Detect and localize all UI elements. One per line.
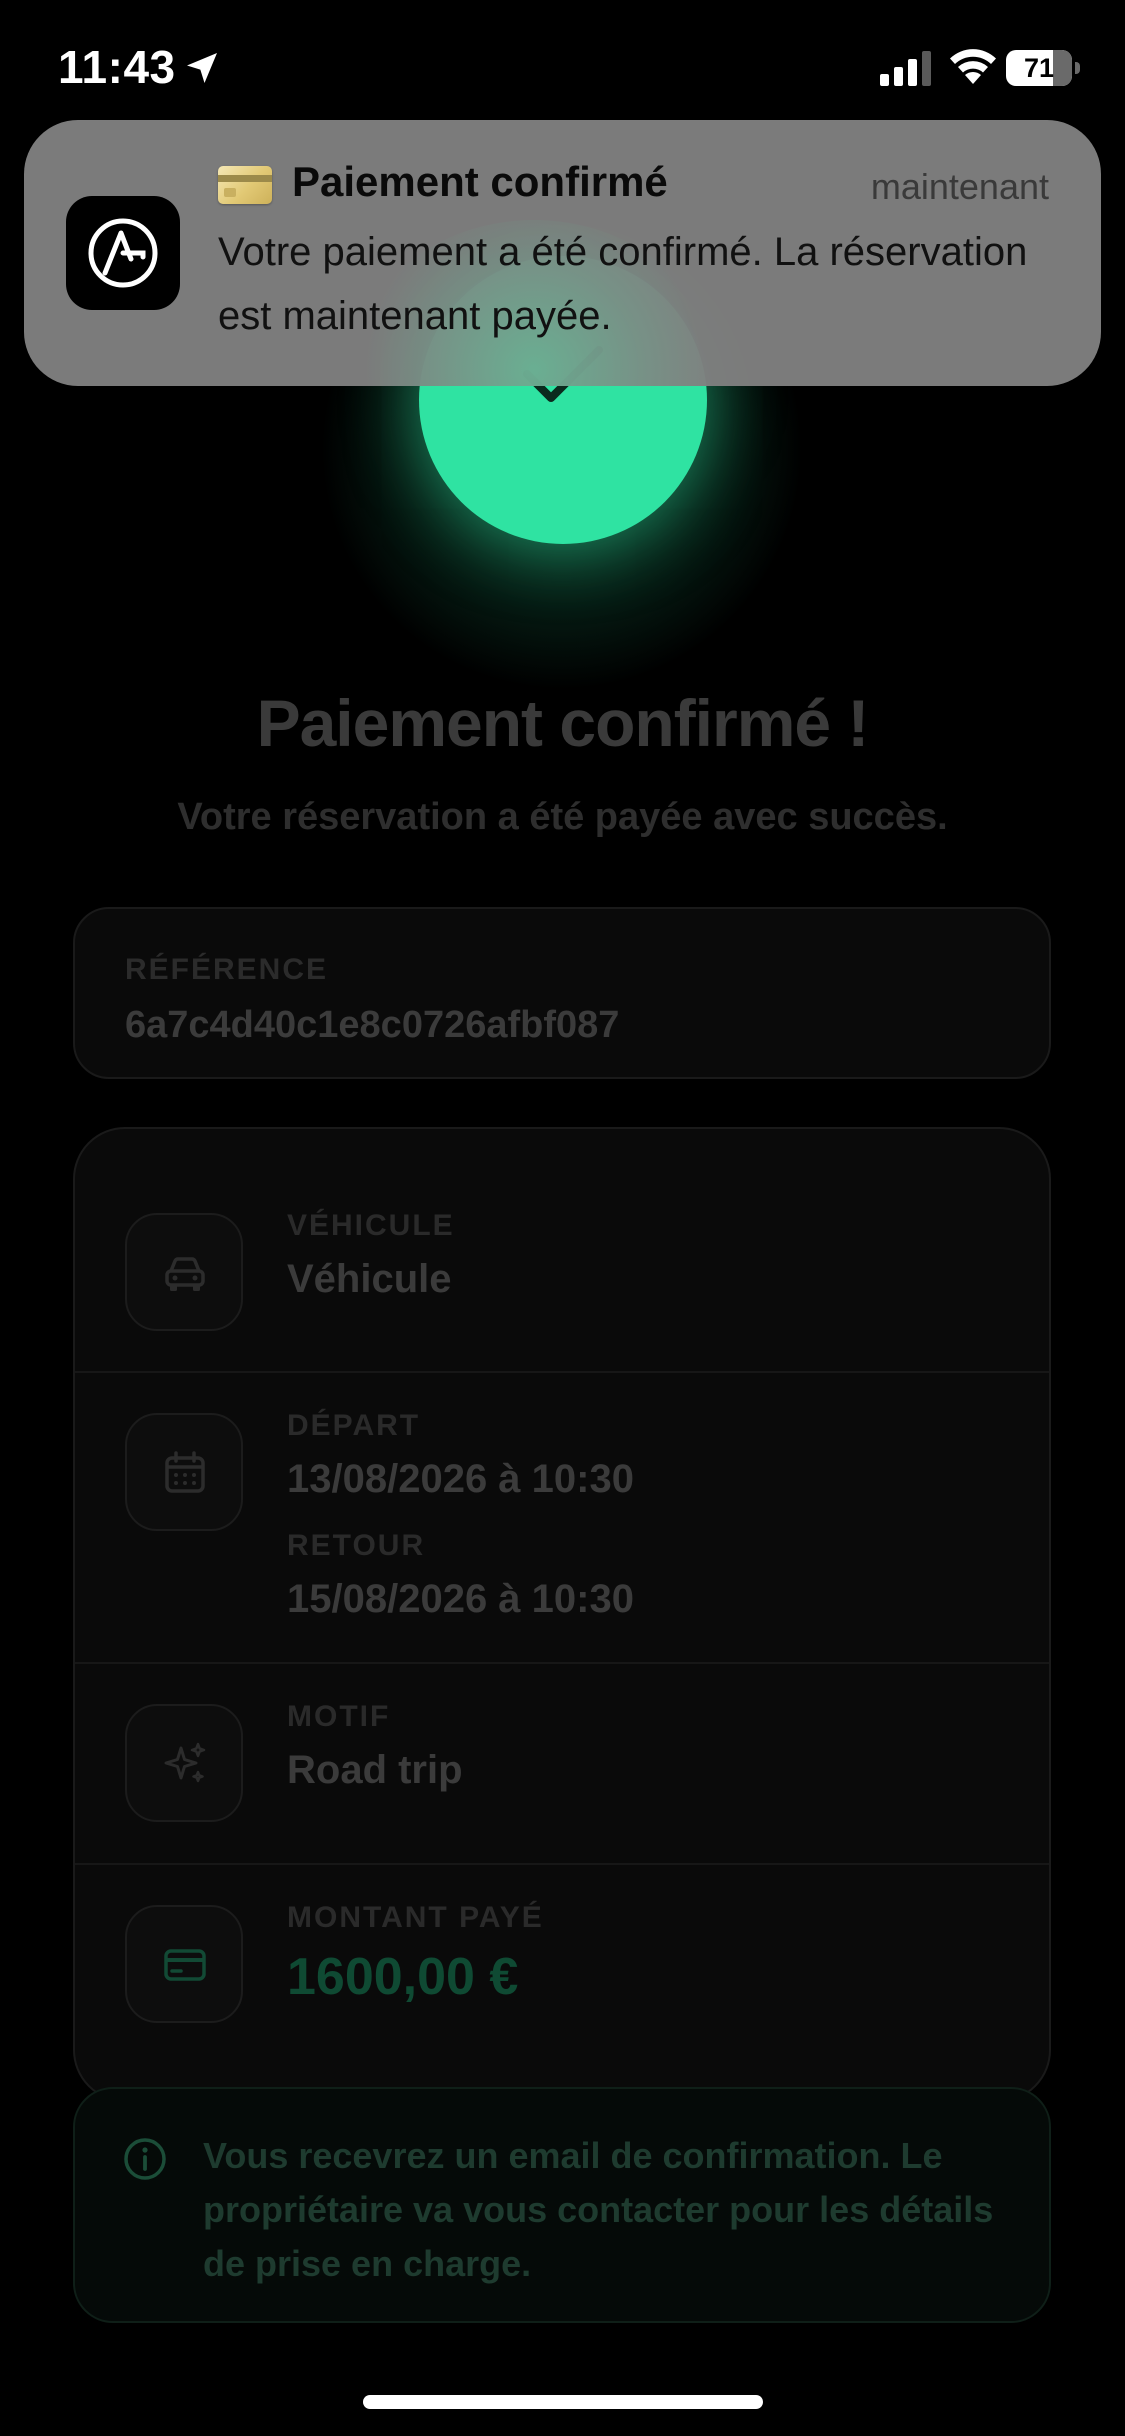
page-subtitle: Votre réservation a été payée avec succè… [177, 796, 948, 838]
vehicle-label: VÉHICULE [287, 1209, 455, 1242]
info-note: Vous recevrez un email de confirmation. … [73, 2087, 1051, 2323]
home-indicator[interactable] [363, 2395, 763, 2409]
departure-label: DÉPART [287, 1409, 421, 1442]
dates-icon-box [125, 1413, 243, 1531]
credit-card-icon [164, 1949, 206, 1981]
reason-value: Road trip [287, 1748, 463, 1792]
info-icon [124, 2138, 166, 2180]
wifi-icon [950, 49, 996, 84]
car-icon [165, 1257, 205, 1291]
reason-icon-box [125, 1704, 243, 1822]
reference-label: RÉFÉRENCE [125, 953, 329, 986]
status-bar: 11:43 71 [0, 0, 1125, 130]
reference-value: 6a7c4d40c1e8c0726afbf087 [125, 1004, 620, 1046]
detail-row-reason: MOTIF Road trip [75, 1664, 1049, 1865]
reference-card: RÉFÉRENCE 6a7c4d40c1e8c0726afbf087 [73, 907, 1051, 1079]
status-time: 11:43 [58, 41, 176, 93]
payment-confirmed-screen: 11:43 71 Paiement confirmé ! Votre réser… [0, 0, 1125, 2436]
battery-level: 71 [1023, 53, 1055, 83]
vehicle-value: Véhicule [287, 1257, 452, 1301]
notification-time: maintenant [870, 166, 1049, 207]
credit-card-emoji [218, 166, 272, 204]
amount-icon-box [125, 1905, 243, 2023]
push-notification[interactable]: Paiement confirmé maintenant Votre paiem… [24, 120, 1101, 386]
cellular-signal-icon [880, 51, 931, 86]
location-arrow-icon [187, 53, 217, 83]
amount-label: MONTANT PAYÉ [287, 1901, 544, 1934]
app-logo-icon [66, 196, 180, 310]
detail-row-amount: MONTANT PAYÉ 1600,00 € [75, 1865, 1049, 2100]
detail-row-dates: DÉPART 13/08/2026 à 10:30 RETOUR 15/08/2… [75, 1373, 1049, 1664]
amount-value: 1600,00 € [287, 1948, 519, 2006]
return-value: 15/08/2026 à 10:30 [287, 1577, 634, 1621]
sparkles-icon [164, 1742, 206, 1783]
return-label: RETOUR [287, 1529, 426, 1562]
info-text: Vous recevrez un email de confirmation. … [203, 2135, 994, 2284]
notification-title: Paiement confirmé [292, 158, 668, 205]
calendar-icon [165, 1451, 205, 1493]
page-title: Paiement confirmé ! [256, 686, 870, 760]
vehicle-icon-box [125, 1213, 243, 1331]
booking-details-card: VÉHICULE Véhicule DÉPART 13/08/2026 à 10… [73, 1127, 1051, 2102]
battery-indicator: 71 [1006, 48, 1082, 88]
detail-row-vehicle: VÉHICULE Véhicule [75, 1129, 1049, 1373]
reason-label: MOTIF [287, 1700, 391, 1733]
notification-body: Votre paiement a été confirmé. La réserv… [218, 230, 1028, 338]
departure-value: 13/08/2026 à 10:30 [287, 1457, 634, 1501]
